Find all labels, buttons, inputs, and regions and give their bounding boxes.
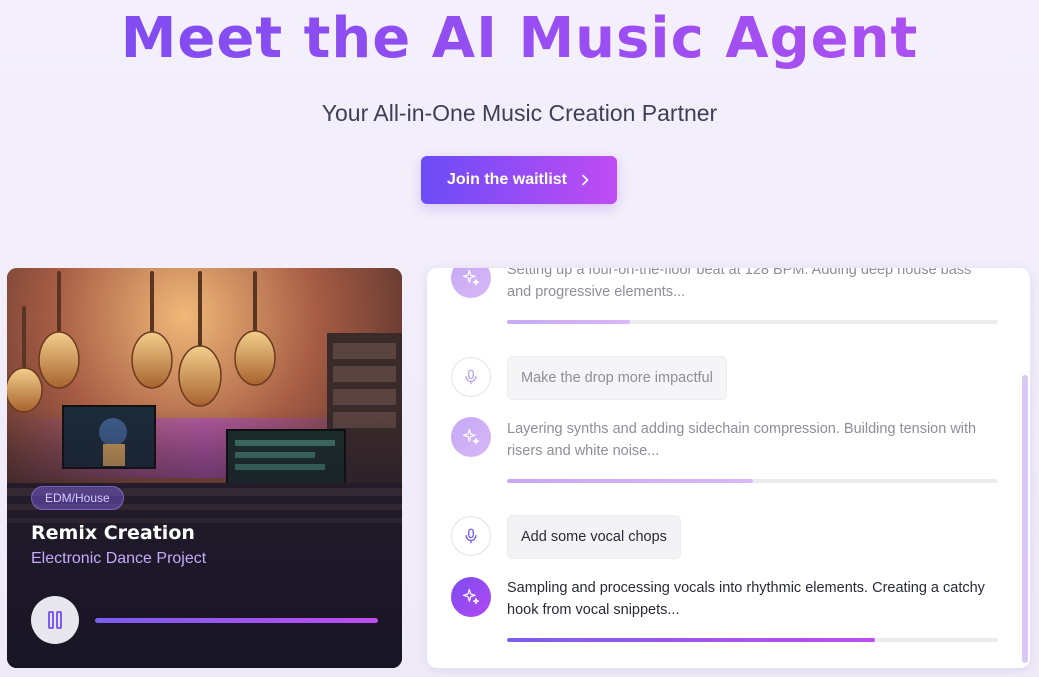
chevron-right-icon	[582, 174, 589, 186]
user-message-1: Make the drop more impactful	[507, 356, 727, 400]
card-title: Remix Creation	[31, 522, 195, 544]
microphone-icon	[451, 357, 491, 397]
user-message-2: Add some vocal chops	[507, 515, 681, 559]
hero-subtitle: Your All-in-One Music Creation Partner	[321, 100, 718, 126]
pause-button[interactable]	[31, 596, 79, 644]
sparkle-icon	[451, 577, 491, 617]
pause-icon	[48, 611, 62, 629]
ai-message-3-progress-fill	[507, 638, 876, 642]
join-waitlist-button[interactable]: Join the waitlist	[421, 156, 617, 204]
card-subtitle: Electronic Dance Project	[31, 550, 207, 567]
remix-media-card: EDM/House Remix Creation Electronic Danc…	[7, 268, 402, 668]
ai-message-3-progress	[507, 638, 998, 642]
ai-message-1-progress-fill	[507, 320, 630, 324]
chat-panel: Setting up a four-on-the-floor beat at 1…	[427, 268, 1030, 668]
ai-message-2-progress-fill	[507, 479, 753, 483]
ai-message-2: Layering synths and adding sidechain com…	[507, 421, 977, 459]
sparkle-icon	[451, 417, 491, 457]
ai-message-1-progress	[507, 320, 998, 324]
genre-badge: EDM/House	[31, 486, 124, 510]
sparkle-icon	[451, 268, 491, 298]
chat-scrollbar[interactable]	[1022, 375, 1028, 663]
join-waitlist-label: Join the waitlist	[446, 171, 567, 188]
playback-progress-bar[interactable]	[95, 618, 378, 623]
ai-message-3: Sampling and processing vocals into rhyt…	[507, 580, 985, 618]
microphone-icon	[451, 516, 491, 556]
ai-message-2-progress	[507, 479, 998, 483]
hero-title: Meet the AI Music Agent	[0, 4, 1039, 74]
ai-message-1: Setting up a four-on-the-floor beat at 1…	[507, 268, 972, 300]
